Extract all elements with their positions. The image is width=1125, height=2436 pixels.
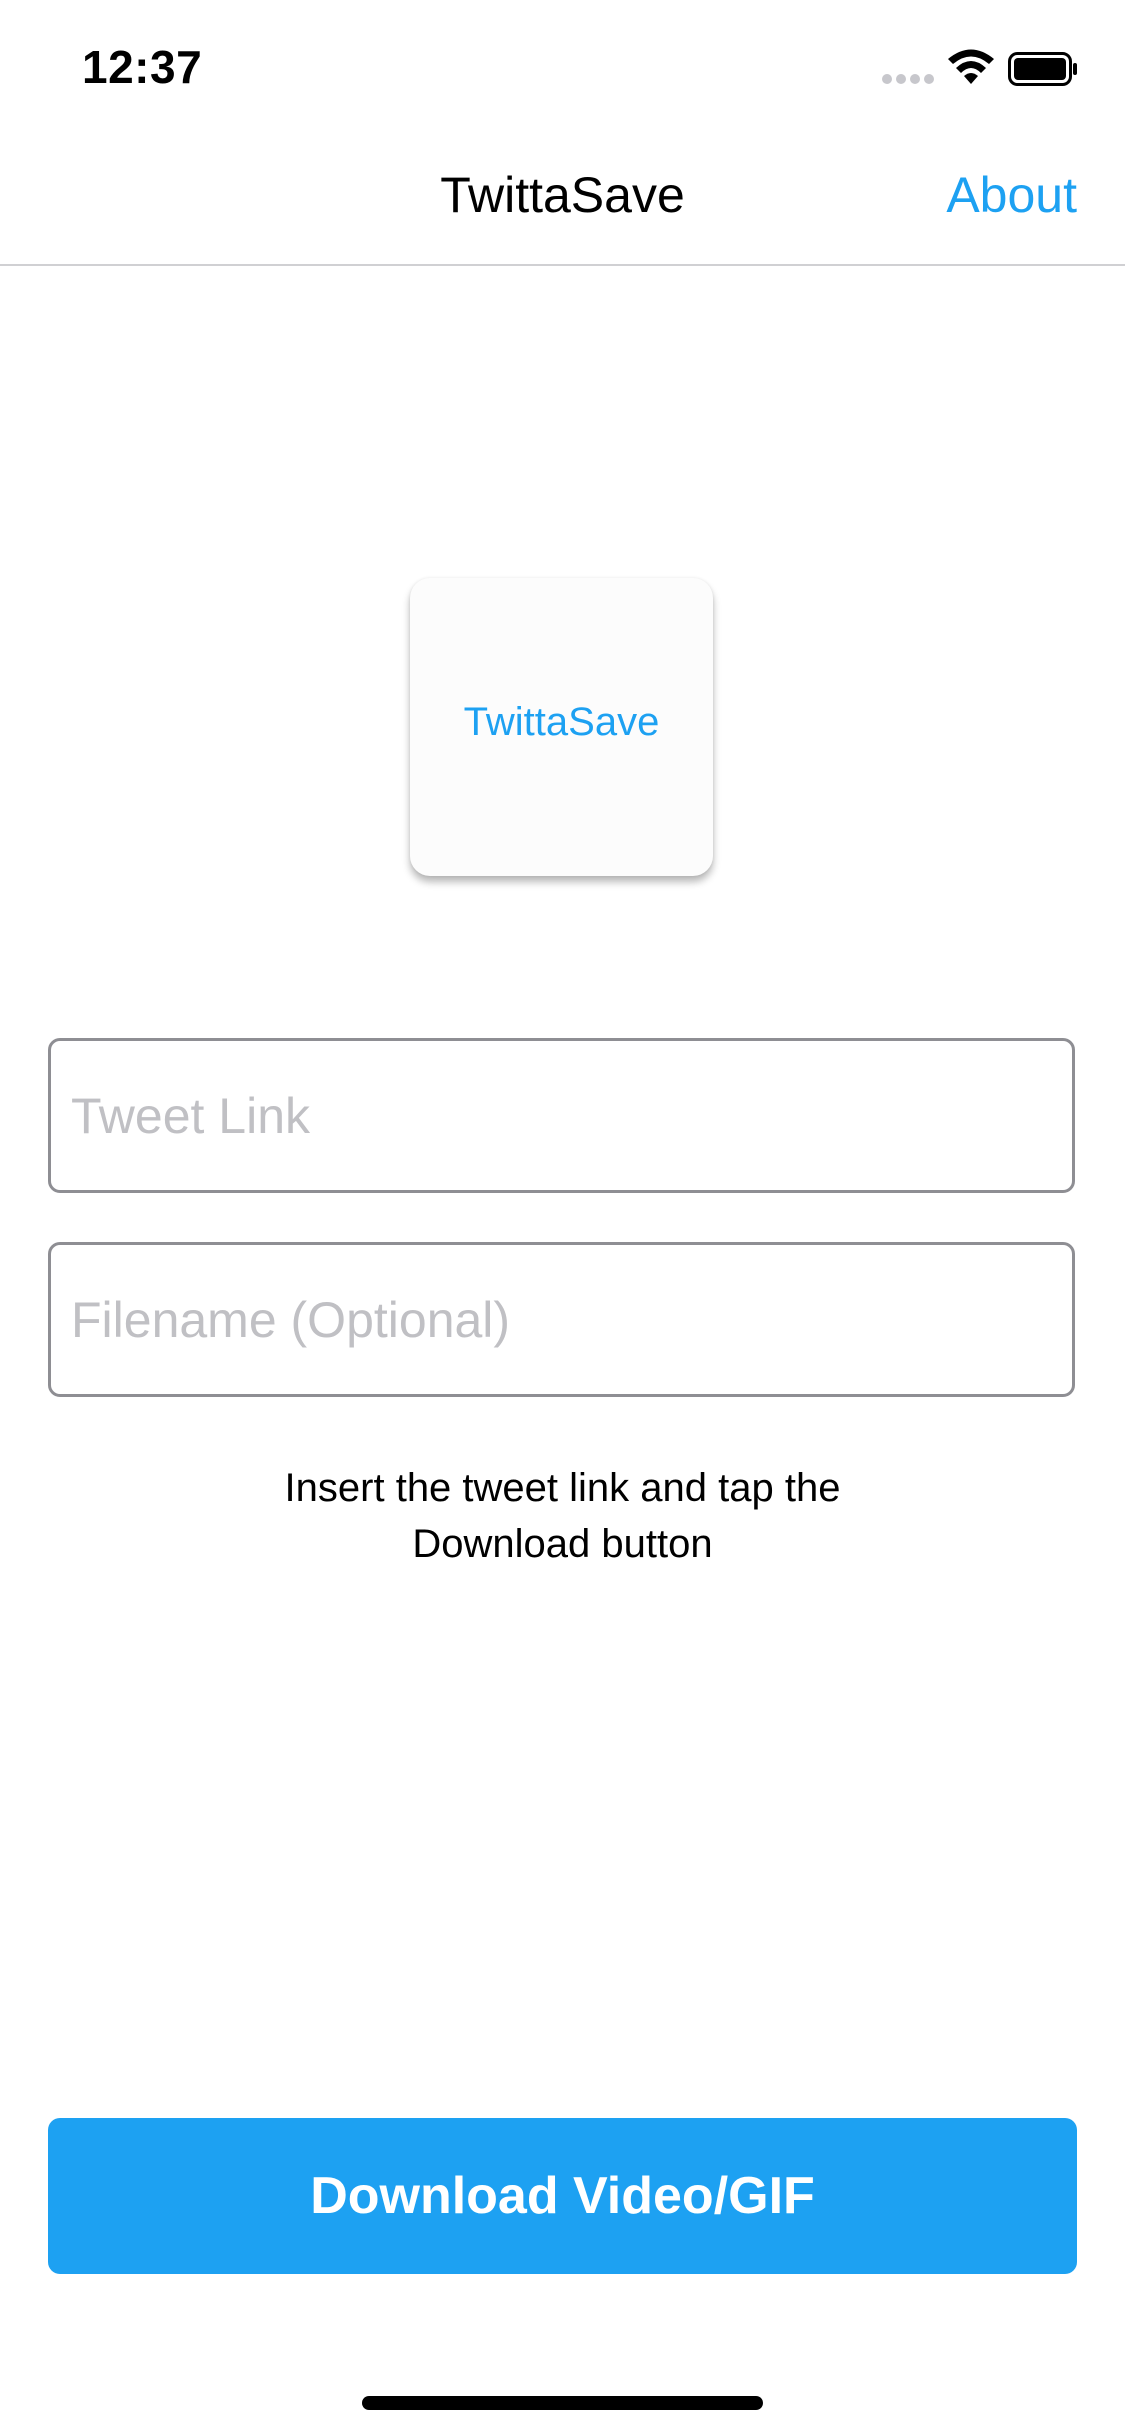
instruction-line-1: Insert the tweet link and tap the <box>284 1466 841 1510</box>
navigation-bar: TwittaSave About <box>0 132 1125 266</box>
status-time: 12:37 <box>82 41 203 93</box>
app-logo: TwittaSave <box>410 578 713 876</box>
instruction-text: Insert the tweet link and tap the Downlo… <box>200 1460 925 1572</box>
about-button[interactable]: About <box>946 166 1077 224</box>
tweet-link-input[interactable] <box>48 1038 1075 1193</box>
status-bar: 12:37 <box>0 0 1125 132</box>
instruction-line-2: Download button <box>412 1522 713 1566</box>
cellular-signal-icon <box>882 74 934 86</box>
filename-input[interactable] <box>48 1242 1075 1397</box>
app-logo-text: TwittaSave <box>463 700 660 744</box>
battery-icon <box>1008 52 1078 86</box>
wifi-icon <box>948 48 994 86</box>
download-button[interactable]: Download Video/GIF <box>48 2118 1077 2274</box>
home-indicator[interactable] <box>362 2396 763 2410</box>
